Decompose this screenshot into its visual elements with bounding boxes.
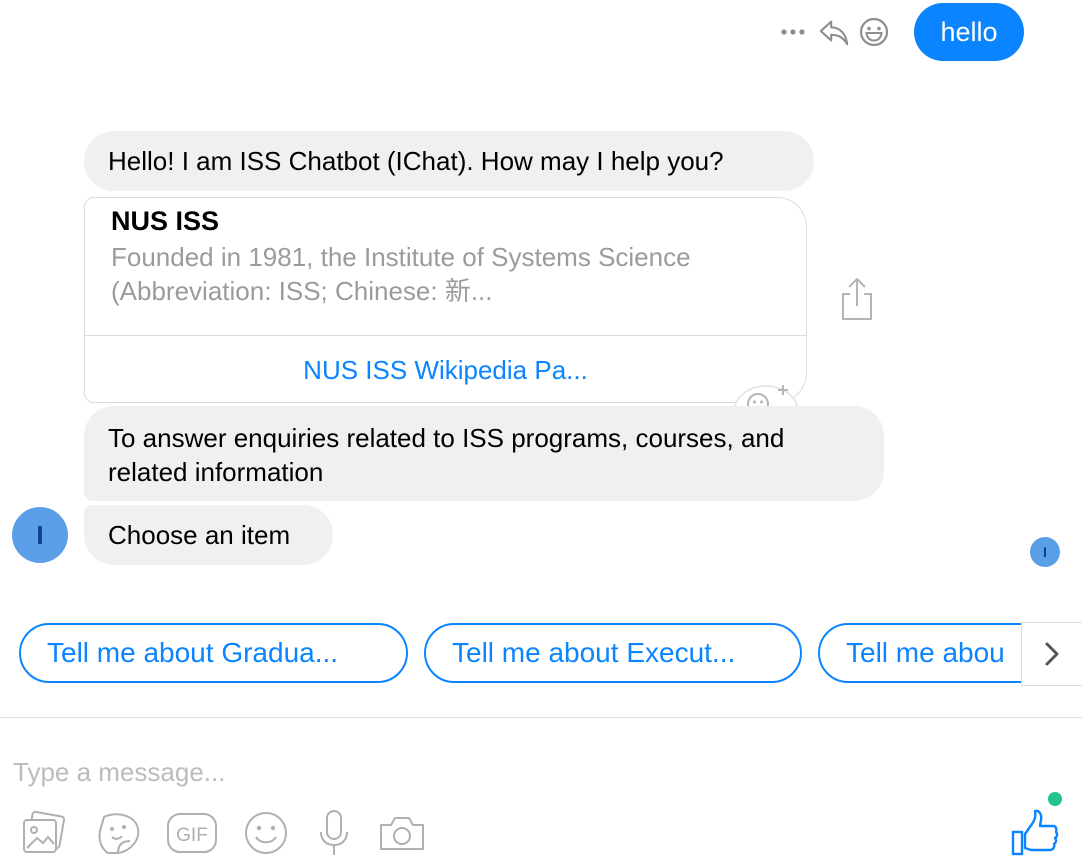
quick-reply-executive[interactable]: Tell me about Execut...: [424, 623, 802, 683]
bot-greeting-message[interactable]: Hello! I am ISS Chatbot (IChat). How may…: [84, 131, 814, 191]
bot-purpose-text: To answer enquiries related to ISS progr…: [108, 423, 785, 487]
chevron-right-icon: [1045, 642, 1059, 666]
card-description: Founded in 1981, the Institute of System…: [111, 242, 691, 306]
bot-avatar[interactable]: I: [12, 507, 68, 563]
quick-reply-graduate[interactable]: Tell me about Gradua...: [19, 623, 408, 683]
more-icon[interactable]: [778, 16, 810, 48]
card-link-button[interactable]: NUS ISS Wikipedia Pa...: [85, 337, 806, 402]
card-divider: [85, 335, 806, 336]
sticker-icon[interactable]: [94, 808, 144, 858]
image-icon[interactable]: [20, 808, 68, 858]
bot-prompt-text: Choose an item: [108, 520, 291, 550]
emoji-icon[interactable]: [242, 808, 290, 858]
reply-icon[interactable]: [818, 16, 850, 48]
gif-icon[interactable]: GIF: [166, 808, 218, 858]
info-card[interactable]: NUS ISS Founded in 1981, the Institute o…: [84, 197, 807, 403]
bot-purpose-message[interactable]: To answer enquiries related to ISS progr…: [84, 406, 884, 501]
quick-replies: Tell me about Gradua... Tell me about Ex…: [0, 622, 1082, 686]
bot-greeting-text: Hello! I am ISS Chatbot (IChat). How may…: [108, 146, 724, 176]
thumbs-up-icon[interactable]: [1010, 806, 1060, 858]
seen-indicator-avatar: I: [1030, 537, 1060, 567]
quick-replies-next-button[interactable]: [1021, 622, 1082, 686]
card-title: NUS ISS: [111, 206, 220, 236]
message-actions: [778, 14, 890, 50]
gif-label: GIF: [176, 825, 208, 846]
composer-divider: [0, 717, 1082, 718]
outgoing-message-bubble[interactable]: hello: [914, 3, 1024, 61]
camera-icon[interactable]: [378, 808, 426, 858]
message-input[interactable]: [13, 752, 913, 792]
share-icon[interactable]: [838, 276, 876, 322]
microphone-icon[interactable]: [316, 808, 352, 858]
bot-prompt-message[interactable]: Choose an item: [84, 505, 333, 565]
react-icon[interactable]: [858, 16, 890, 48]
online-status-dot: [1048, 792, 1062, 806]
